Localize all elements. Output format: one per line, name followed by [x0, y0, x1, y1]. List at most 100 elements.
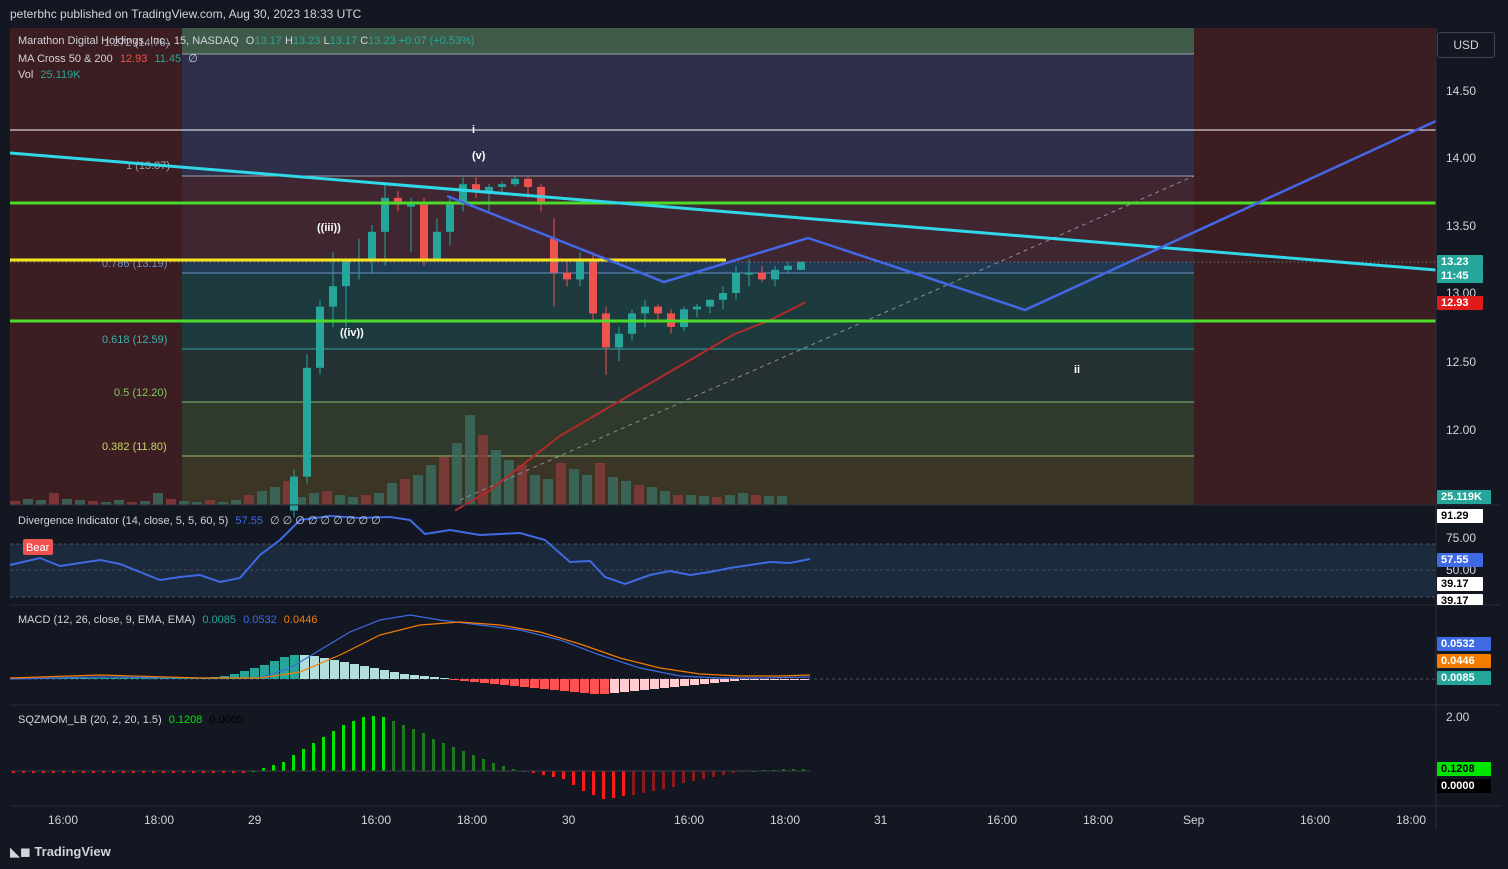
- sqz-bar: [642, 771, 645, 793]
- time-axis[interactable]: 16:00 18:00 29 16:00 18:00 30 16:00 18:0…: [48, 813, 1426, 827]
- macd-hist-bar: [660, 679, 669, 688]
- volume-bar: [699, 496, 709, 505]
- macd-hist-bar: [110, 678, 119, 679]
- currency-button[interactable]: USD: [1437, 32, 1495, 58]
- macd-signal-tag: 0.0532: [1437, 637, 1491, 651]
- candle-body: [446, 204, 454, 232]
- sqz-zero: 0.0000: [209, 714, 244, 726]
- macd-hist-bar: [600, 679, 609, 694]
- sqz-bar: [552, 771, 555, 777]
- macd-hist-bar: [100, 678, 109, 679]
- macd-hist-bar: [520, 679, 529, 687]
- volume-bar: [556, 463, 566, 505]
- candle-body: [602, 313, 610, 348]
- macd-hist-bar: [710, 679, 719, 683]
- macd-hist-bar: [570, 679, 579, 692]
- sqz-legend: SQZMOM_LB (20, 2, 20, 1.5) 0.1208 0.0000: [18, 714, 243, 726]
- macd-line-tag: 0.0446: [1437, 654, 1491, 668]
- ma50-value: 12.93: [119, 53, 148, 65]
- sqz-bar: [342, 725, 345, 771]
- chart-canvas[interactable]: 1.272 (14.78) 1 (13.87) 0.786 (13.19) 0.…: [0, 0, 1508, 869]
- macd-hist-bar: [120, 678, 129, 679]
- macd-hist-bar: [740, 679, 749, 680]
- time-tick: 16:00: [674, 813, 704, 827]
- macd-hist-bar: [590, 679, 599, 694]
- candle-body: [706, 299, 714, 307]
- macd-hist-bar: [640, 679, 649, 690]
- volume-bar: [751, 495, 761, 505]
- macd-hist-bar: [510, 679, 519, 686]
- vol-value: 25.119K: [40, 69, 81, 81]
- price-tick: 13.50: [1446, 219, 1476, 233]
- footer: ◣◼ TradingView: [0, 838, 1508, 869]
- sqz-axis-2: 2.00: [1446, 710, 1470, 724]
- candle-body: [628, 313, 636, 334]
- macd-title[interactable]: MACD (12, 26, close, 9, EMA, EMA): [18, 614, 195, 626]
- volume-bar: [335, 495, 345, 505]
- candle-body: [589, 259, 597, 314]
- divergence-value: 57.55: [235, 515, 263, 527]
- macd-histogram: [10, 655, 809, 694]
- macd-hist-bar: [670, 679, 679, 687]
- divergence-title[interactable]: Divergence Indicator (14, close, 5, 5, 6…: [18, 515, 228, 527]
- sqz-bar: [602, 771, 605, 799]
- macd-hist-bar: [530, 679, 539, 688]
- sqz-bar: [312, 743, 315, 771]
- candle-body: [316, 306, 324, 368]
- divergence-axis-75: 75.00: [1446, 531, 1476, 545]
- time-tick: 31: [874, 813, 888, 827]
- sqz-bar: [412, 729, 415, 771]
- volume-bar: [10, 501, 20, 505]
- sqz-bar: [662, 771, 665, 789]
- price-tick: 12.00: [1446, 423, 1476, 437]
- symbol-name[interactable]: Marathon Digital Holdings, Inc., 15, NAS…: [18, 35, 239, 47]
- macd-hist-bar: [410, 675, 419, 679]
- macd-hist-bar: [80, 678, 89, 679]
- wave-label-ii: ii: [1074, 364, 1080, 376]
- time-tick: 30: [562, 813, 576, 827]
- macd-hist-bar: [800, 679, 809, 680]
- sqz-bar: [652, 771, 655, 791]
- volume-bar: [673, 495, 683, 505]
- macd-hist-bar: [780, 679, 789, 680]
- macd-legend: MACD (12, 26, close, 9, EMA, EMA) 0.0085…: [18, 614, 317, 626]
- vol-label[interactable]: Vol: [18, 69, 33, 81]
- volume-bar: [621, 481, 631, 505]
- macd-hist-bar: [390, 672, 399, 679]
- ma-label[interactable]: MA Cross 50 & 200: [18, 53, 113, 65]
- candle-body: [563, 272, 571, 280]
- macd-hist-bar: [90, 678, 99, 679]
- macd-hist-bar: [250, 668, 259, 679]
- candle-body: [511, 178, 519, 185]
- time-tick: 16:00: [361, 813, 391, 827]
- macd-hist-bar: [420, 676, 429, 679]
- high-label: H: [284, 35, 293, 47]
- candle-body: [693, 306, 701, 310]
- bear-label: Bear: [26, 542, 50, 554]
- volume-bar: [88, 501, 98, 505]
- volume-bar: [322, 491, 332, 505]
- volume-bar: [712, 497, 722, 505]
- fib-zone-5: [182, 349, 1194, 402]
- macd-hist-bar: [560, 679, 569, 691]
- candle-body: [550, 238, 558, 273]
- sqz-title[interactable]: SQZMOM_LB (20, 2, 20, 1.5): [18, 714, 162, 726]
- tradingview-logo[interactable]: ◣◼ TradingView: [10, 838, 111, 866]
- candle-body: [654, 306, 662, 314]
- volume-bar: [400, 479, 410, 505]
- volume-bar: [504, 460, 514, 505]
- volume-bar: [166, 499, 176, 505]
- candle-body: [680, 309, 688, 327]
- sqz-bar: [632, 771, 635, 795]
- candle-body: [407, 204, 415, 207]
- volume-bar: [465, 415, 475, 505]
- volume-bar: [413, 475, 423, 505]
- time-tick: 29: [248, 813, 262, 827]
- candle-body: [732, 272, 740, 293]
- vol-tag: 25.119K: [1437, 490, 1491, 504]
- ma-price-tag: 12.93: [1437, 296, 1483, 310]
- time-tick: 18:00: [770, 813, 800, 827]
- sqz-zero-tag: 0.0000: [1437, 779, 1491, 793]
- time-tick: 16:00: [987, 813, 1017, 827]
- candle-body: [771, 269, 779, 280]
